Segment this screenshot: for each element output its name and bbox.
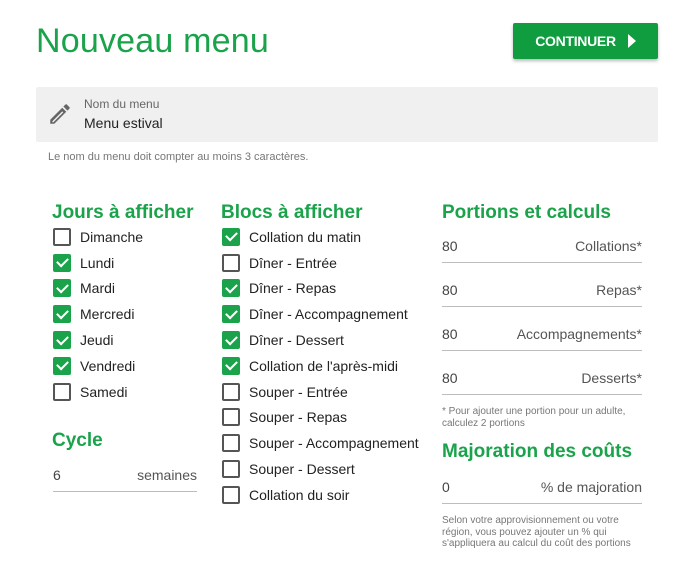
- portion-value[interactable]: 80: [442, 282, 458, 298]
- checkbox-checked-icon[interactable]: [222, 227, 240, 246]
- day-option[interactable]: Dimanche: [53, 224, 143, 250]
- block-option[interactable]: Souper - Dessert: [222, 456, 419, 482]
- day-option-label: Lundi: [80, 254, 115, 271]
- block-option-label: Souper - Entrée: [249, 383, 348, 400]
- checkbox-unchecked-icon[interactable]: [222, 382, 240, 401]
- checkbox-checked-icon[interactable]: [53, 253, 71, 272]
- day-option[interactable]: Samedi: [53, 379, 143, 405]
- menu-name-hint: Le nom du menu doit compter au moins 3 c…: [48, 151, 309, 163]
- block-option[interactable]: Dîner - Entrée: [222, 250, 419, 276]
- portion-field[interactable]: 80 Desserts*: [442, 361, 642, 395]
- day-option-label: Mercredi: [80, 306, 135, 323]
- checkbox-unchecked-icon[interactable]: [222, 460, 240, 479]
- checkbox-unchecked-icon[interactable]: [53, 382, 71, 401]
- menu-name-input[interactable]: Menu estival: [84, 115, 163, 131]
- page-title: Nouveau menu: [36, 22, 269, 60]
- portion-field[interactable]: 80 Repas*: [442, 273, 642, 307]
- block-option[interactable]: Dîner - Repas: [222, 276, 419, 302]
- block-option-label: Dîner - Entrée: [249, 254, 337, 271]
- day-option[interactable]: Mercredi: [53, 301, 143, 327]
- portion-label: Collations*: [575, 237, 642, 254]
- day-option-label: Samedi: [80, 383, 128, 400]
- checkbox-checked-icon[interactable]: [222, 305, 240, 324]
- portion-label: Desserts*: [581, 369, 642, 386]
- continue-button[interactable]: CONTINUER: [513, 23, 658, 59]
- block-option-label: Collation du soir: [249, 486, 350, 503]
- portion-value[interactable]: 80: [442, 326, 458, 342]
- block-option[interactable]: Dîner - Dessert: [222, 327, 419, 353]
- checkbox-checked-icon[interactable]: [53, 279, 71, 298]
- blocks-checklist: Collation du matin Dîner - Entrée Dîner - …: [222, 224, 419, 508]
- portion-value[interactable]: 80: [442, 238, 458, 254]
- checkbox-unchecked-icon[interactable]: [222, 485, 240, 504]
- block-option-label: Souper - Dessert: [249, 461, 355, 478]
- day-option-label: Jeudi: [80, 332, 114, 349]
- block-option[interactable]: Collation de l'après-midi: [222, 353, 419, 379]
- block-option-label: Dîner - Accompagnement: [249, 306, 408, 323]
- block-option[interactable]: Souper - Repas: [222, 405, 419, 431]
- portion-field[interactable]: 80 Collations*: [442, 229, 642, 263]
- checkbox-checked-icon[interactable]: [53, 331, 71, 350]
- checkbox-unchecked-icon[interactable]: [222, 434, 240, 453]
- day-option-label: Dimanche: [80, 228, 144, 245]
- checkbox-unchecked-icon[interactable]: [222, 253, 240, 272]
- continue-button-label: CONTINUER: [535, 33, 616, 49]
- cycle-heading: Cycle: [52, 430, 103, 451]
- cycle-field[interactable]: 6 semaines: [53, 458, 197, 492]
- block-option[interactable]: Souper - Accompagnement: [222, 430, 419, 456]
- day-option[interactable]: Mardi: [53, 276, 143, 302]
- days-heading: Jours à afficher: [52, 202, 194, 223]
- cycle-value[interactable]: 6: [53, 467, 61, 483]
- block-option-label: Dîner - Dessert: [249, 332, 344, 349]
- checkbox-unchecked-icon[interactable]: [53, 227, 71, 246]
- block-option[interactable]: Collation du matin: [222, 224, 419, 250]
- markup-value[interactable]: 0: [442, 479, 450, 495]
- markup-heading: Majoration des coûts: [442, 441, 633, 462]
- checkbox-checked-icon[interactable]: [53, 305, 71, 324]
- portions-heading: Portions et calculs: [442, 202, 611, 223]
- markup-label: % de majoration: [540, 478, 642, 495]
- menu-name-field[interactable]: Nom du menu Menu estival: [36, 87, 658, 142]
- cycle-unit: semaines: [137, 466, 197, 483]
- portion-value[interactable]: 80: [442, 370, 458, 386]
- days-checklist: Dimanche Lundi Mardi Mercredi Jeudi Vendredi S…: [53, 224, 143, 405]
- day-option[interactable]: Vendredi: [53, 353, 143, 379]
- menu-name-label: Nom du menu: [84, 97, 160, 111]
- block-option[interactable]: Dîner - Accompagnement: [222, 301, 419, 327]
- block-option-label: Collation de l'après-midi: [249, 357, 398, 374]
- checkbox-checked-icon[interactable]: [222, 331, 240, 350]
- day-option-label: Mardi: [80, 280, 116, 297]
- block-option-label: Souper - Accompagnement: [249, 435, 419, 452]
- block-option[interactable]: Souper - Entrée: [222, 379, 419, 405]
- portion-field[interactable]: 80 Accompagnements*: [442, 317, 642, 351]
- block-option-label: Collation du matin: [249, 228, 362, 245]
- block-option-label: Souper - Repas: [249, 409, 348, 426]
- day-option[interactable]: Jeudi: [53, 327, 143, 353]
- portions-note: * Pour ajouter une portion pour un adult…: [442, 406, 626, 429]
- checkbox-checked-icon[interactable]: [53, 356, 71, 375]
- block-option[interactable]: Collation du soir: [222, 482, 419, 508]
- checkbox-unchecked-icon[interactable]: [222, 408, 240, 427]
- day-option[interactable]: Lundi: [53, 250, 143, 276]
- portion-label: Repas*: [596, 281, 642, 298]
- checkbox-checked-icon[interactable]: [222, 279, 240, 298]
- day-option-label: Vendredi: [80, 357, 136, 374]
- markup-field[interactable]: 0 % de majoration: [442, 470, 642, 504]
- play-icon: [627, 34, 636, 48]
- pencil-icon: [50, 104, 70, 124]
- portion-label: Accompagnements*: [516, 325, 642, 342]
- markup-note: Selon votre approvisionnement ou votre r…: [442, 515, 631, 549]
- block-option-label: Dîner - Repas: [249, 280, 337, 297]
- checkbox-checked-icon[interactable]: [222, 356, 240, 375]
- blocks-heading: Blocs à afficher: [221, 202, 363, 223]
